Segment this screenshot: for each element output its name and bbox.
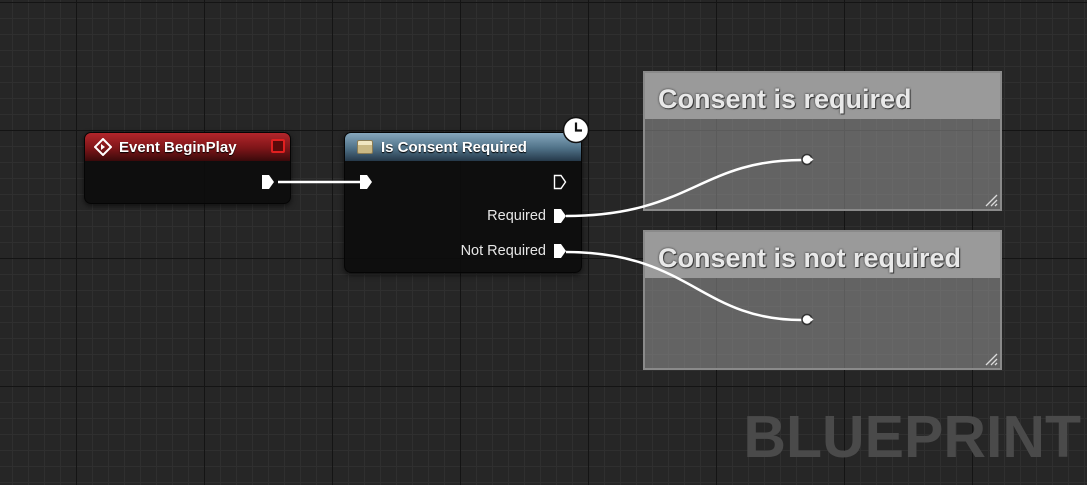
is-consent-required-header[interactable]: Is Consent Required xyxy=(345,133,581,161)
comment-consent-required[interactable]: Consent is required xyxy=(643,71,1002,211)
delegate-pin-icon[interactable] xyxy=(271,139,285,153)
function-icon xyxy=(357,140,373,154)
comment-title[interactable]: Consent is not required xyxy=(645,232,1000,278)
blueprint-watermark: BLUEPRINT xyxy=(743,404,1081,470)
reroute-node-not-required[interactable] xyxy=(801,313,814,326)
exec-pin-icon xyxy=(553,174,567,190)
exec-pin-icon xyxy=(554,209,566,223)
event-beginplay-title: Event BeginPlay xyxy=(119,138,237,156)
exec-pin-icon xyxy=(262,175,274,189)
consent-exec-in-pin[interactable] xyxy=(359,174,373,190)
event-beginplay-node[interactable]: Event BeginPlay xyxy=(84,132,291,204)
resize-grip-icon[interactable] xyxy=(982,350,998,366)
comment-title[interactable]: Consent is required xyxy=(645,73,1000,119)
reroute-node-required[interactable] xyxy=(801,153,814,166)
resize-grip-icon[interactable] xyxy=(982,191,998,207)
exec-pin-icon xyxy=(554,244,566,258)
is-consent-required-title: Is Consent Required xyxy=(381,138,527,156)
event-diamond-icon xyxy=(94,138,112,156)
consent-then-out-pin[interactable] xyxy=(553,174,567,190)
comment-consent-not-required[interactable]: Consent is not required xyxy=(643,230,1002,370)
exec-pin-icon xyxy=(360,175,372,189)
beginplay-exec-out-pin[interactable] xyxy=(261,174,275,190)
not-required-out-pin[interactable]: Not Required xyxy=(461,243,567,259)
required-out-pin[interactable]: Required xyxy=(487,208,567,224)
is-consent-required-node[interactable]: Is Consent Required Required Not Require… xyxy=(344,132,582,273)
latent-clock-icon xyxy=(562,116,590,144)
not-required-pin-label: Not Required xyxy=(460,243,546,259)
event-beginplay-header[interactable]: Event BeginPlay xyxy=(85,133,290,161)
required-pin-label: Required xyxy=(487,208,546,224)
